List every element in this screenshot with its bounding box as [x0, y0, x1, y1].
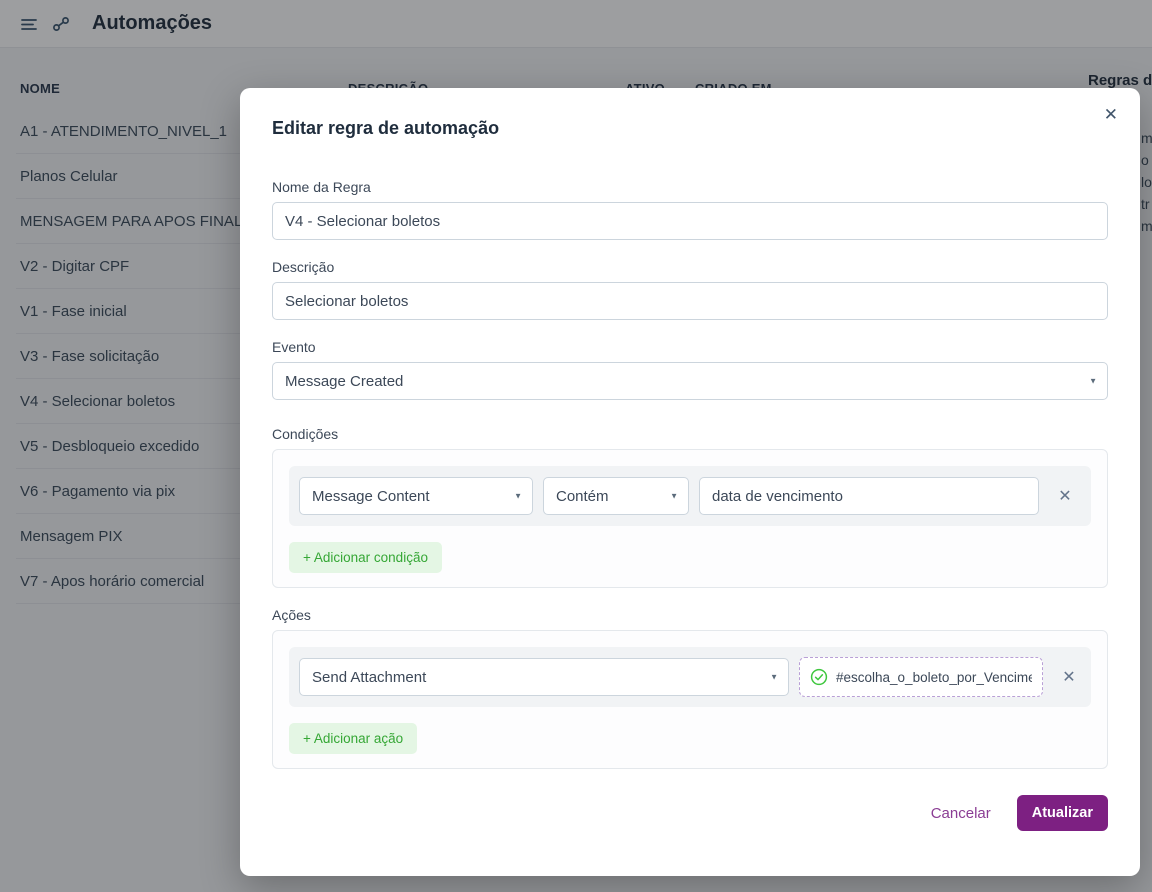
- chevron-down-icon: ▼: [514, 491, 522, 501]
- modal-title: Editar regra de automação: [272, 118, 500, 138]
- conditions-label: Condições: [272, 426, 339, 442]
- remove-condition-icon[interactable]: ✕: [1053, 486, 1077, 506]
- description-label: Descrição: [272, 259, 335, 275]
- actions-label: Ações: [272, 607, 311, 623]
- close-icon[interactable]: ✕: [1104, 106, 1118, 123]
- action-row: Send Attachment ▼ #escolha_o_boleto_por_…: [289, 647, 1091, 707]
- action-type-select[interactable]: Send Attachment ▼: [299, 658, 789, 696]
- rule-name-group: Nome da Regra: [272, 179, 1108, 240]
- conditions-box: Message Content ▼ Contém ▼ ✕ + Adicionar…: [272, 449, 1108, 588]
- condition-operator-select[interactable]: Contém ▼: [543, 477, 689, 515]
- add-condition-button[interactable]: + Adicionar condição: [289, 542, 442, 573]
- chevron-down-icon: ▼: [770, 672, 778, 682]
- cancel-button[interactable]: Cancelar: [931, 805, 991, 822]
- attachment-filename: #escolha_o_boleto_por_Vencimento.mp3: [836, 669, 1032, 685]
- update-button[interactable]: Atualizar: [1016, 795, 1108, 831]
- remove-action-icon[interactable]: ✕: [1057, 667, 1081, 687]
- chevron-down-icon: ▼: [670, 491, 678, 501]
- condition-value-input[interactable]: [699, 477, 1039, 515]
- conditions-section: Condições Message Content ▼ Contém ▼ ✕ +…: [272, 426, 1108, 588]
- chevron-down-icon: ▼: [1089, 376, 1097, 386]
- event-select[interactable]: Message Created ▼: [272, 362, 1108, 400]
- event-group: Evento Message Created ▼: [272, 339, 1108, 400]
- event-select-value: Message Created: [285, 372, 404, 390]
- attachment-chip[interactable]: #escolha_o_boleto_por_Vencimento.mp3: [799, 657, 1043, 697]
- condition-row: Message Content ▼ Contém ▼ ✕: [289, 466, 1091, 526]
- modal-footer: Cancelar Atualizar: [272, 795, 1108, 831]
- condition-attribute-value: Message Content: [312, 487, 430, 505]
- rule-name-input[interactable]: [272, 202, 1108, 240]
- edit-automation-modal: ✕ Editar regra de automação Nome da Regr…: [240, 88, 1140, 876]
- action-type-value: Send Attachment: [312, 668, 427, 686]
- condition-attribute-select[interactable]: Message Content ▼: [299, 477, 533, 515]
- description-input[interactable]: [272, 282, 1108, 320]
- check-circle-icon: [810, 668, 828, 686]
- description-group: Descrição: [272, 259, 1108, 320]
- event-label: Evento: [272, 339, 316, 355]
- add-action-button[interactable]: + Adicionar ação: [289, 723, 418, 754]
- actions-section: Ações Send Attachment ▼ #escolha_o_bolet…: [272, 607, 1108, 769]
- rule-name-label: Nome da Regra: [272, 179, 371, 195]
- actions-box: Send Attachment ▼ #escolha_o_boleto_por_…: [272, 630, 1108, 769]
- condition-operator-value: Contém: [556, 487, 609, 505]
